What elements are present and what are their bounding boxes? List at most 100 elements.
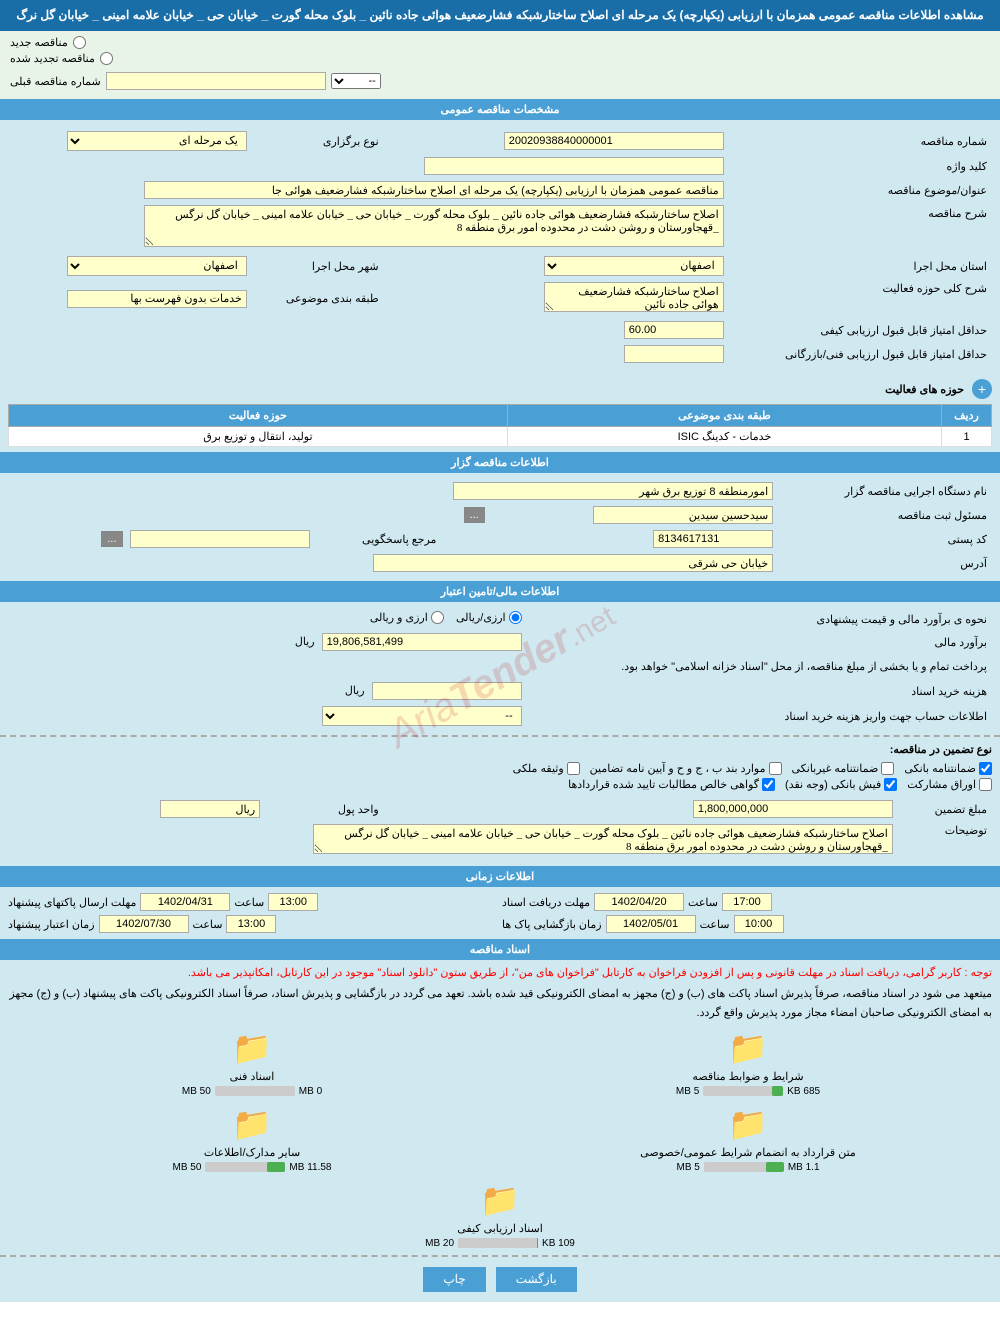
doc-size-3: 1.1 MB [788, 1162, 820, 1173]
doc-bar-3 [766, 1162, 784, 1172]
account-info-label: اطلاعات حساب جهت واریز هزینه خرید اسناد [527, 703, 992, 729]
timing-item-2: 13:00 ساعت 1402/04/31 مهلت ارسال پاکتهای… [8, 893, 498, 911]
radio-new-row: مناقصه جدید [10, 36, 990, 49]
radio-renewed[interactable] [100, 52, 113, 65]
city-select[interactable]: اصفهان [67, 256, 247, 276]
tender-number-input[interactable] [504, 132, 724, 150]
timing-section: اطلاعات زمانی 17:00 ساعت 1402/04/20 مهلت… [0, 866, 1000, 939]
description-textarea[interactable]: اصلاح ساختارشبکه فشارضعیف هوائی جاده نائ… [144, 205, 724, 247]
address-input[interactable] [373, 554, 773, 572]
postal-input[interactable] [653, 530, 773, 548]
type-select[interactable]: یک مرحله ای [67, 131, 247, 151]
purchase-cost-unit: ریال [345, 685, 365, 697]
exec-org-input[interactable] [453, 482, 773, 500]
postal-label: کد پستی [778, 527, 992, 551]
min-quality-input[interactable] [624, 321, 724, 339]
radio-rial[interactable] [509, 611, 522, 624]
prev-tender-input[interactable] [106, 72, 326, 90]
doc-label-3: متن قرارداد به انضمام شرایط عمومی/خصوصی [640, 1146, 856, 1159]
doc-item-1: 📁 شرایط و ضوابط مناقصه 685 KB 5 MB [504, 1029, 992, 1097]
address-label: آدرس [778, 551, 992, 575]
time-3: 10:00 [734, 915, 784, 933]
prev-tender-select[interactable]: -- [331, 73, 381, 89]
timing-label-sa2: ساعت [234, 896, 264, 909]
guarantee-section: نوع تضمین در مناقصه: ضمانتنامه بانکی ضما… [0, 735, 1000, 866]
responsible-label: مسئول ثبت مناقصه [778, 503, 992, 527]
time-4: 13:00 [226, 915, 276, 933]
radio-renewed-label: مناقصه تجدید شده [10, 52, 95, 65]
budget-input[interactable] [322, 633, 522, 651]
add-activity-btn[interactable]: + [972, 379, 992, 399]
row-number: 1 [942, 427, 992, 447]
radio-renewed-row: مناقصه تجدید شده [10, 52, 990, 65]
row-category: خدمات - کدینگ ISIC [507, 427, 941, 447]
tender-docs-content: توجه : کاربر گرامی، دریافت اسناد در مهلت… [0, 960, 1000, 1254]
guarantee-types-row: ضمانتنامه بانکی ضمانتنامه غیربانکی موارد… [8, 762, 992, 775]
folder-icon-2: 📁 [232, 1029, 272, 1067]
category-input[interactable] [67, 290, 247, 308]
province-label: استان محل اجرا [729, 253, 992, 279]
guarantee-type-4: وثیقه ملکی [513, 762, 580, 775]
chk-bonds[interactable] [979, 778, 992, 791]
option-energy-label: ارزی و ریالی [370, 611, 444, 624]
timing-header: اطلاعات زمانی [0, 866, 1000, 887]
timing-item-3: 10:00 ساعت 1402/05/01 زمان بازگشایی پاک … [502, 915, 992, 933]
timing-label-4: زمان اعتبار پیشنهاد [8, 918, 95, 931]
chk-rules-guarantee[interactable] [769, 762, 782, 775]
keyword-label: کلید واژه [729, 154, 992, 178]
purchase-cost-input[interactable] [372, 682, 522, 700]
doc-item-2: 📁 اسناد فنی 0 MB 50 MB [8, 1029, 496, 1097]
chk-cash[interactable] [884, 778, 897, 791]
doc-bar-bg-3 [704, 1162, 784, 1172]
timing-grid: 17:00 ساعت 1402/04/20 مهلت دریافت اسناد … [8, 893, 992, 933]
responsible-btn[interactable]: ... [464, 507, 485, 523]
keyword-input[interactable] [424, 157, 724, 175]
unit-label: واحد پول [265, 797, 384, 821]
activity-zones-content: + حوزه های فعالیت ردیف طبقه بندی موضوعی … [0, 374, 1000, 452]
radio-new[interactable] [73, 36, 86, 49]
doc-size-1: 685 KB [787, 1086, 820, 1097]
doc-max-4: 50 MB [173, 1162, 202, 1173]
reference-label: مرجع پاسخگویی [315, 527, 442, 551]
min-tech-input[interactable] [624, 345, 724, 363]
col-zone: حوزه فعالیت [9, 405, 508, 427]
responsible-input[interactable] [593, 506, 773, 524]
budget-unit: ریال [295, 636, 315, 648]
amount-input[interactable] [693, 800, 893, 818]
doc-bar-4 [267, 1162, 285, 1172]
activity-desc-textarea[interactable]: اصلاح ساختارشبکه فشارضعیف هوائی جاده نائ… [544, 282, 724, 312]
organizer-info-content: نام دستگاه اجرایی مناقصه گزار مسئول ثبت … [0, 473, 1000, 581]
category-label: طبقه بندی موضوعی [252, 279, 384, 318]
min-quality-label: حداقل امتیاز قابل قبول ارزیابی کیفی [729, 318, 992, 342]
subject-input[interactable] [144, 181, 724, 199]
purchase-cost-label: هزینه خرید اسناد [527, 679, 992, 703]
chk-claims[interactable] [762, 778, 775, 791]
organizer-info-section: اطلاعات مناقصه گزار نام دستگاه اجرایی من… [0, 452, 1000, 581]
general-specs-content: شماره مناقصه نوع برگزاری یک مرحله ای کلی… [0, 120, 1000, 374]
chk-nonbank-guarantee[interactable] [881, 762, 894, 775]
chk-property-guarantee[interactable] [567, 762, 580, 775]
doc-progress-1: 685 KB 5 MB [504, 1086, 992, 1097]
doc-item-4: 📁 سایر مدارک/اطلاعات 11.58 MB 50 MB [8, 1105, 496, 1173]
timing-label-sa3: ساعت [700, 918, 730, 931]
reference-btn[interactable]: ... [101, 531, 122, 547]
print-button[interactable]: چاپ [423, 1267, 485, 1292]
folder-icon-4: 📁 [232, 1105, 272, 1143]
guarantee-title: نوع تضمین در مناقصه: [8, 743, 992, 756]
doc-item-quality: 📁 اسناد ارزیابی کیفی 109 KB 20 MB [8, 1181, 992, 1249]
guarantee-type-6: فیش بانکی (وجه نقد) [785, 778, 897, 791]
subject-label: عنوان/موضوع مناقصه [729, 178, 992, 202]
province-select[interactable]: اصفهان [544, 256, 724, 276]
doc-size-4: 11.58 MB [289, 1162, 331, 1173]
chk-bank-guarantee[interactable] [979, 762, 992, 775]
activity-zones-section: + حوزه های فعالیت ردیف طبقه بندی موضوعی … [0, 374, 1000, 452]
radio-energy[interactable] [431, 611, 444, 624]
guarantee-type-1: ضمانتنامه بانکی [904, 762, 992, 775]
unit-input[interactable] [160, 800, 260, 818]
back-button[interactable]: بازگشت [496, 1267, 577, 1292]
reference-input[interactable] [130, 530, 310, 548]
general-specs-section: مشخصات مناقصه عمومی شماره مناقصه نوع برگ… [0, 99, 1000, 374]
guarantee-type-5: اوراق مشارکت [907, 778, 992, 791]
account-info-select[interactable]: -- [322, 706, 522, 726]
guarantee-desc-textarea[interactable]: اصلاح ساختارشبکه فشارضعیف هوائی جاده نائ… [313, 824, 893, 854]
